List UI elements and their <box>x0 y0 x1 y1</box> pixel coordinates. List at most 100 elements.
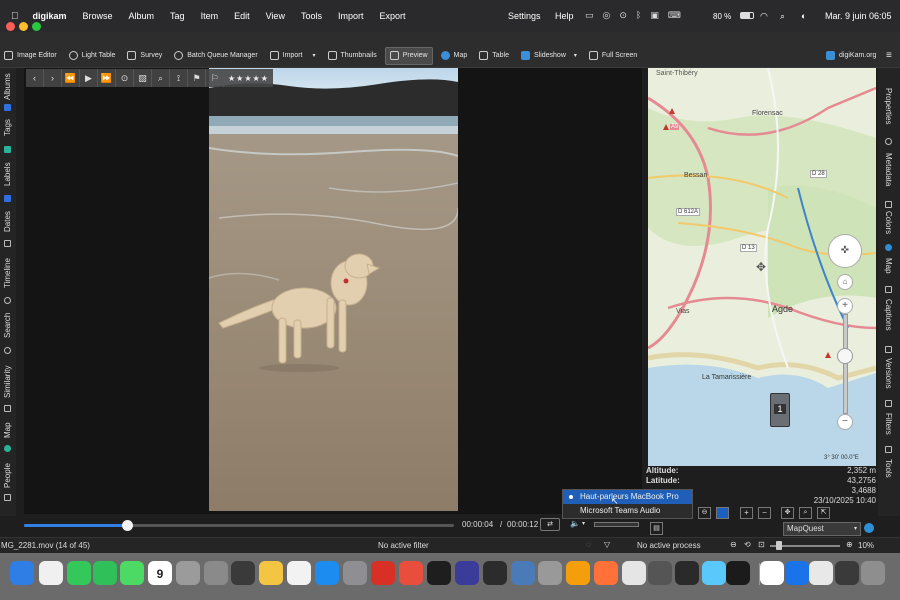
fast-forward-icon[interactable]: ⏩ <box>98 69 116 87</box>
xcode-icon[interactable] <box>785 561 809 585</box>
flag-icon[interactable]: ⚑ <box>188 69 206 87</box>
notes-icon[interactable] <box>259 561 283 585</box>
next-icon[interactable]: › <box>44 69 62 87</box>
photos-icon[interactable] <box>702 561 726 585</box>
audio-option-macbook[interactable]: Haut-parleurs MacBook Pro <box>563 490 692 504</box>
close-window-button[interactable] <box>6 22 15 31</box>
zoom-out-map-button[interactable]: ⊖ <box>698 507 711 519</box>
maximize-window-button[interactable] <box>32 22 41 31</box>
menu-item[interactable]: Item <box>201 11 219 21</box>
facetime-icon[interactable] <box>67 561 91 585</box>
document-icon[interactable] <box>760 561 784 585</box>
rewind-icon[interactable]: ⏪ <box>62 69 80 87</box>
control-center-icon[interactable]: ◐ <box>801 11 806 21</box>
launchpad-icon[interactable] <box>39 561 63 585</box>
select-region-button[interactable] <box>716 507 729 519</box>
table-button[interactable]: Table <box>475 47 513 65</box>
map-view-button[interactable]: Map <box>437 47 472 65</box>
apple-icon[interactable]:  <box>11 11 19 22</box>
chrome-icon[interactable] <box>511 561 535 585</box>
weather-icon[interactable] <box>675 561 699 585</box>
thumbnails-button[interactable]: Thumbnails <box>324 47 381 65</box>
tab-labels[interactable]: Labels <box>3 162 12 186</box>
map-view[interactable]: Saint-Thibéry Florensac A9 Bessan D 28 D… <box>648 68 876 466</box>
zoom-slider-handle[interactable] <box>776 541 782 550</box>
import-button[interactable]: Import ▾ <box>266 47 320 65</box>
menu-import[interactable]: Import <box>338 11 364 21</box>
tab-right-map[interactable]: Map <box>884 258 893 274</box>
filezilla-icon[interactable] <box>371 561 395 585</box>
image-editor-button[interactable]: Image Editor <box>0 47 61 65</box>
rotate-icon[interactable]: ⟲ <box>744 540 751 549</box>
preview-button[interactable]: Preview <box>384 46 433 65</box>
center-map-button[interactable]: ✥ <box>781 507 794 519</box>
tomato-icon[interactable] <box>399 561 423 585</box>
vlc-icon[interactable] <box>538 561 562 585</box>
previous-icon[interactable]: ‹ <box>26 69 44 87</box>
survey-button[interactable]: Survey <box>123 47 166 65</box>
zoom-icon[interactable]: ⊙ <box>116 69 134 87</box>
tab-albums[interactable]: Albums <box>3 73 12 100</box>
chevron-down-icon[interactable]: ▾ <box>582 520 585 527</box>
phone-icon[interactable] <box>93 561 117 585</box>
menu-browse[interactable]: Browse <box>83 11 113 21</box>
chevron-down-icon[interactable]: ▾ <box>313 52 316 59</box>
search-icon[interactable]: ⌕ <box>780 11 785 22</box>
volume-slider[interactable] <box>594 522 639 527</box>
tab-timeline[interactable]: Timeline <box>3 258 12 288</box>
menu-tag[interactable]: Tag <box>170 11 185 21</box>
video-frame[interactable] <box>209 68 458 511</box>
preview-icon[interactable] <box>594 561 618 585</box>
slideshow-button[interactable]: Slideshow ▾ <box>517 47 581 65</box>
rating-stars[interactable]: ★★★★★ <box>224 74 273 83</box>
tab-people[interactable]: People <box>3 463 12 488</box>
tab-colors[interactable]: Colors <box>884 211 893 234</box>
minimize-window-button[interactable] <box>19 22 28 31</box>
tag-icon[interactable]: ⌕ <box>152 69 170 87</box>
map-zoom-handle[interactable] <box>837 348 853 364</box>
menu-view[interactable]: View <box>266 11 285 21</box>
full-screen-button[interactable]: Full Screen <box>585 47 641 65</box>
image-capture-icon[interactable] <box>648 561 672 585</box>
pages-icon[interactable] <box>809 561 833 585</box>
terminal-icon[interactable] <box>427 561 451 585</box>
tab-metadata[interactable]: Metadata <box>884 153 893 186</box>
microphone-icon[interactable]: ⊙ <box>619 10 627 21</box>
zoom-fit-button[interactable]: ⌕ <box>799 507 812 519</box>
chevron-down-icon[interactable]: ▾ <box>574 52 577 59</box>
menu-album[interactable]: Album <box>129 11 155 21</box>
tab-filters[interactable]: Filters <box>884 413 893 435</box>
safari-icon[interactable] <box>622 561 646 585</box>
tab-map[interactable]: Map <box>3 422 12 438</box>
tab-tags[interactable]: Tags <box>3 119 12 136</box>
menu-settings[interactable]: Settings <box>508 11 541 21</box>
terminal-window-icon[interactable] <box>835 561 859 585</box>
photo-cluster-marker[interactable]: 1 <box>770 393 790 427</box>
contacts-icon[interactable] <box>204 561 228 585</box>
keyboard-icon[interactable]: ⌨ <box>668 10 681 21</box>
calendar-icon[interactable]: 9 <box>148 561 172 585</box>
digikam-website-link[interactable]: digiKam.org <box>822 47 880 65</box>
seek-handle[interactable] <box>122 520 134 531</box>
map-zoom-in-button[interactable]: + <box>837 298 853 314</box>
pin-icon[interactable]: ⟟ <box>170 69 188 87</box>
layers-button[interactable]: ▤ <box>650 522 663 535</box>
zoom-in-icon[interactable]: ⊕ <box>846 540 853 549</box>
tab-properties[interactable]: Properties <box>884 88 893 124</box>
tab-search[interactable]: Search <box>3 313 12 338</box>
map-zoom-out-button[interactable]: − <box>837 414 853 430</box>
map-pan-control[interactable]: ✜ <box>828 234 862 268</box>
volume-icon[interactable]: 🔈 <box>570 519 580 528</box>
wifi-icon[interactable]: ◠ <box>760 11 768 22</box>
trash-icon[interactable] <box>861 561 885 585</box>
map-provider-select[interactable]: MapQuest ▾ <box>783 522 861 536</box>
map-zoom-track[interactable] <box>843 314 848 414</box>
tab-dates[interactable]: Dates <box>3 211 12 232</box>
status-filter-toggle[interactable]: ◌ <box>586 540 591 549</box>
messages-icon[interactable] <box>120 561 144 585</box>
display-icon[interactable]: ▣ <box>650 10 659 21</box>
bluetooth-icon[interactable]: ᛒ <box>636 10 641 21</box>
image-icon[interactable]: ▨ <box>134 69 152 87</box>
zoom-out-icon[interactable]: ⊖ <box>730 540 737 549</box>
play-icon[interactable]: ▶ <box>80 69 98 87</box>
